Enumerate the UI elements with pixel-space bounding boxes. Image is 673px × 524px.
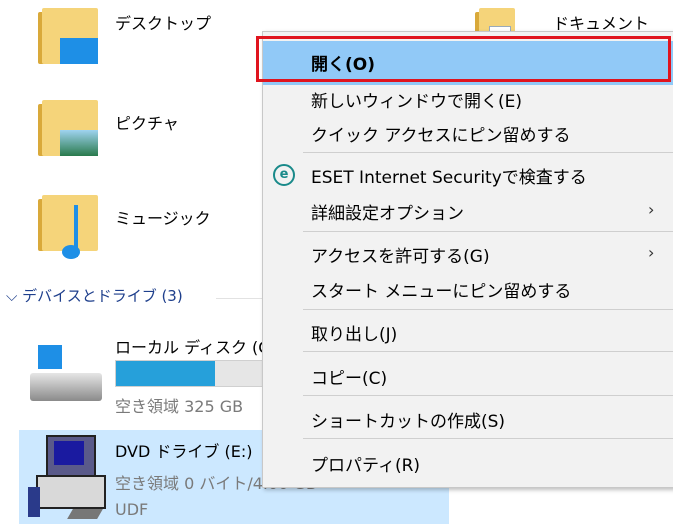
context-menu: 開く(O) 新しいウィンドウで開く(E) クイック アクセスにピン留めする e … [262, 31, 673, 488]
menu-separator [303, 231, 673, 232]
devices-section-header[interactable]: ⌵ デバイスとドライブ (3) [6, 285, 183, 306]
menu-item-copy-label: コピー(C) [311, 369, 388, 389]
section-divider [216, 298, 264, 299]
section-label: デバイスとドライブ (3) [22, 287, 183, 305]
local-disk-title[interactable]: ローカル ディスク (C [115, 334, 269, 358]
menu-item-pin-start-label: スタート メニューにピン留めする [311, 282, 572, 302]
menu-item-eset-scan[interactable]: e ESET Internet Securityで検査する [263, 156, 673, 192]
music-folder-icon[interactable] [38, 195, 98, 259]
local-disk-free-space: 空き領域 325 GB [115, 397, 244, 416]
dvd-drive-icon[interactable] [26, 435, 106, 521]
local-disk-usage-bar [115, 360, 267, 387]
dvd-drive-title[interactable]: DVD ドライブ (E:) [115, 438, 252, 462]
menu-separator [303, 309, 673, 310]
chevron-right-icon: › [648, 243, 655, 262]
menu-item-advanced-scan[interactable]: 詳細設定オプション › [263, 192, 673, 228]
desktop-folder-icon[interactable] [38, 8, 98, 64]
menu-item-properties[interactable]: プロパティ(R) [263, 444, 673, 480]
menu-separator [303, 152, 673, 153]
chevron-right-icon: › [648, 200, 655, 219]
local-disk-usage-fill [116, 361, 215, 386]
pictures-folder-icon[interactable] [38, 100, 98, 156]
menu-item-eset-scan-label: ESET Internet Securityで検査する [311, 168, 587, 188]
menu-item-create-shortcut[interactable]: ショートカットの作成(S) [263, 400, 673, 436]
menu-separator [303, 438, 673, 439]
menu-item-open-new-window-label: 新しいウィンドウで開く(E) [311, 92, 523, 112]
dvd-drive-filesystem: UDF [115, 500, 149, 519]
folder-label-desktop[interactable]: デスクトップ [115, 10, 211, 34]
chevron-down-icon: ⌵ [6, 287, 23, 305]
menu-separator [303, 351, 673, 352]
menu-item-copy[interactable]: コピー(C) [263, 357, 673, 393]
menu-item-advanced-scan-label: 詳細設定オプション [311, 204, 464, 224]
menu-item-properties-label: プロパティ(R) [311, 456, 421, 476]
menu-item-pin-quick-access[interactable]: クイック アクセスにピン留めする [263, 114, 673, 150]
annotation-highlight-box [256, 36, 671, 82]
menu-item-eject[interactable]: 取り出し(J) [263, 313, 673, 349]
menu-item-open-new-window[interactable]: 新しいウィンドウで開く(E) [263, 80, 673, 116]
folder-label-music[interactable]: ミュージック [115, 205, 211, 229]
menu-item-create-shortcut-label: ショートカットの作成(S) [311, 412, 506, 432]
menu-item-give-access[interactable]: アクセスを許可する(G) › [263, 235, 673, 271]
menu-item-pin-quick-access-label: クイック アクセスにピン留めする [311, 126, 571, 146]
menu-separator [303, 395, 673, 396]
folder-label-pictures[interactable]: ピクチャ [115, 110, 179, 134]
menu-item-eject-label: 取り出し(J) [311, 325, 398, 345]
menu-item-pin-start[interactable]: スタート メニューにピン留めする [263, 270, 673, 306]
menu-item-give-access-label: アクセスを許可する(G) [311, 247, 490, 267]
eset-icon: e [273, 164, 295, 186]
local-disk-icon[interactable] [30, 345, 102, 403]
